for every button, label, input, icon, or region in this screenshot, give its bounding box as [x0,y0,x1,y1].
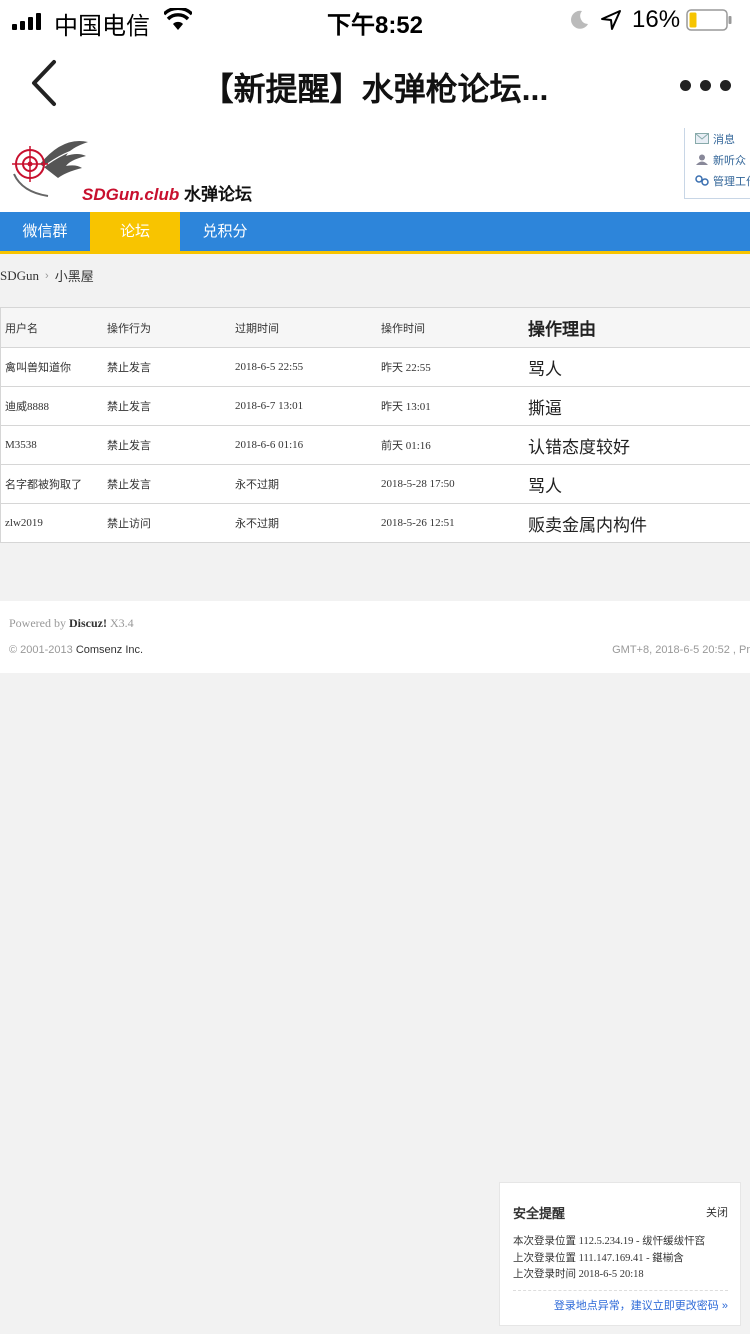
cell-username[interactable]: 禽叫兽知道你 [5,348,71,386]
page-title: 【新提醒】水弹枪论坛... [201,71,549,107]
discuz-link[interactable]: Discuz! [69,616,107,630]
table-row: M3538 禁止发言 2018-6-6 01:16 前天 01:16 认错态度较… [0,426,750,465]
cell-username[interactable]: zlw2019 [5,504,43,542]
divider [513,1290,728,1291]
cell-expire-time: 2018-6-5 22:55 [235,361,304,373]
comsenz-link[interactable]: Comsenz Inc. [76,644,143,656]
header-operate-time: 操作时间 [381,322,425,335]
cell-action: 禁止发言 [107,479,151,491]
header-username: 用户名 [5,322,38,335]
link-icon [695,175,709,186]
cell-operate-time: 昨天 13:01 [381,401,431,413]
notice-last-location: 上次登录位置 111.147.169.41 - 鍖椾含 [513,1252,684,1264]
notice-details: 本次登录位置 112.5.234.19 - 绂忓缓绂忓窞 上次登录位置 111.… [513,1234,705,1284]
cell-reason: 认错态度较好 [528,437,630,457]
new-followers-link[interactable]: 新听众 [685,149,750,170]
logo-text-cn: 水弹论坛 [184,185,253,204]
copyright: © 2001-2013 Comsenz Inc. [9,644,144,656]
more-options-icon[interactable] [680,80,731,91]
user-icon [696,154,708,165]
notice-close-button[interactable]: 关闭 [706,1204,728,1220]
tab-forum[interactable]: 论坛 [90,212,180,251]
cell-action: 禁止访问 [107,518,151,530]
breadcrumb-home[interactable]: SDGun [0,268,39,284]
cell-action: 禁止发言 [107,401,151,413]
table-row: zlw2019 禁止访问 永不过期 2018-5-26 12:51 贩卖金属内构… [0,504,750,543]
breadcrumb-current[interactable]: 小黑屋 [55,266,94,285]
forum-header: SDGun.club 水弹论坛 消息 新听众 管理工作 [0,128,750,212]
tab-redeem-points[interactable]: 兑积分 [180,212,270,251]
cell-reason: 骂人 [528,476,562,496]
cell-action: 禁止发言 [107,362,151,374]
table-row: 名字都被狗取了 禁止发言 永不过期 2018-5-28 17:50 骂人 [0,465,750,504]
status-bar: 中国电信 下午8:52 16% [0,0,750,40]
cell-username[interactable]: 名字都被狗取了 [5,465,82,503]
change-password-link[interactable]: 登录地点异常，建议立即更改密码 » [554,1297,728,1313]
battery-icon [686,9,732,31]
cell-reason: 撕逼 [528,398,562,418]
logo-text-brand: SDGun.club [82,185,180,204]
navigation-bar: 【新提醒】水弹枪论坛... [0,40,750,128]
cell-expire-time: 2018-6-6 01:16 [235,439,304,451]
breadcrumb: SDGun › 小黑屋 [0,266,94,285]
cell-reason: 贩卖金属内构件 [528,515,647,535]
ban-list-table: 用户名 操作行为 过期时间 操作时间 操作理由 禽叫兽知道你 禁止发言 2018… [0,307,750,543]
notice-current-location: 本次登录位置 112.5.234.19 - 绂忓缓绂忓窞 [513,1236,706,1247]
cell-reason: 骂人 [528,359,562,379]
cell-action: 禁止发言 [107,440,151,452]
tab-wechat-group[interactable]: 微信群 [0,212,90,251]
cell-username[interactable]: 迪威8888 [5,387,49,425]
cell-operate-time: 2018-5-28 17:50 [381,478,455,490]
page-footer: Powered by Discuz! X3.4 © 2001-2013 Coms… [0,601,750,673]
cell-expire-time: 永不过期 [235,479,279,491]
server-time: GMT+8, 2018-6-5 20:52 , Pr [612,644,750,656]
user-links-box: 消息 新听众 管理工作 [684,128,750,199]
cell-operate-time: 前天 01:16 [381,440,431,452]
header-action: 操作行为 [107,322,151,335]
back-arrow-icon[interactable] [26,58,62,108]
location-arrow-icon [601,10,621,30]
cell-expire-time: 永不过期 [235,518,279,530]
chevron-right-icon: › [45,269,49,282]
battery-percent: 16% [632,6,681,33]
forum-logo[interactable]: SDGun.club 水弹论坛 [8,134,252,204]
cell-operate-time: 2018-5-26 12:51 [381,517,455,529]
table-header-row: 用户名 操作行为 过期时间 操作时间 操作理由 [0,308,750,348]
header-expire-time: 过期时间 [235,322,279,335]
moon-icon [571,10,588,29]
header-reason: 操作理由 [528,320,596,339]
cell-expire-time: 2018-6-7 13:01 [235,400,304,412]
powered-by: Powered by Discuz! X3.4 [9,616,134,630]
table-row: 迪威8888 禁止发言 2018-6-7 13:01 昨天 13:01 撕逼 [0,387,750,426]
forum-tab-bar: 微信群 论坛 兑积分 [0,212,750,254]
notice-last-time: 上次登录时间 2018-6-5 20:18 [513,1269,644,1280]
table-row: 禽叫兽知道你 禁止发言 2018-6-5 22:55 昨天 22:55 骂人 [0,348,750,387]
messages-link[interactable]: 消息 [685,128,750,149]
envelope-icon [695,133,709,144]
cell-username[interactable]: M3538 [5,426,37,464]
cell-operate-time: 昨天 22:55 [381,362,431,374]
admin-work-link[interactable]: 管理工作 [685,170,750,191]
notice-title: 安全提醒 [513,1206,566,1221]
security-notice-popup: 安全提醒 关闭 本次登录位置 112.5.234.19 - 绂忓缓绂忓窞 上次登… [499,1182,741,1326]
